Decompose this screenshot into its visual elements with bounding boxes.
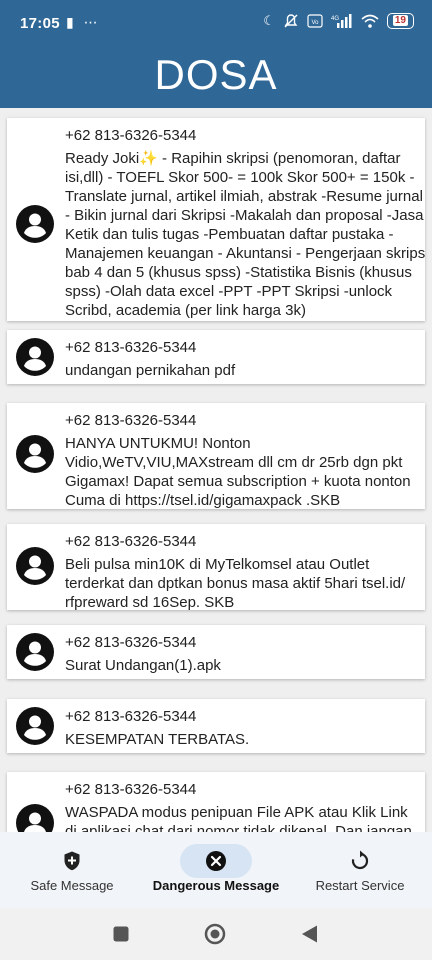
battery-indicator: 19 (386, 13, 414, 29)
nav-label: Safe Message (30, 878, 114, 893)
shield-plus-icon (64, 851, 80, 871)
message-sender: +62 813-6326-5344 (65, 634, 197, 651)
message-sender: +62 813-6326-5344 (65, 412, 197, 429)
message-sender: +62 813-6326-5344 (65, 339, 197, 356)
message-body-line: di aplikasi chat dari nomor tidak dikena… (65, 823, 412, 832)
message-body-line: Surat Undangan(1).apk (65, 657, 221, 674)
message-card[interactable]: +62 813-6326-5344 KESEMPATAN TERBATAS. (7, 699, 425, 753)
message-body-line: Scribd, academia (per link harga 3k) (65, 302, 306, 319)
avatar-icon (16, 435, 54, 473)
avatar-icon (16, 633, 54, 671)
cancel-circle-icon (206, 851, 226, 871)
nav-dangerous-message[interactable]: Dangerous Message (144, 832, 288, 908)
message-body-line: rfpreward sd 16Sep. SKB (65, 594, 235, 610)
nav-label: Dangerous Message (152, 878, 280, 893)
svg-text:4G: 4G (331, 16, 339, 22)
app-bar: DOSA (0, 48, 432, 108)
notification-icon: ▮ (66, 14, 74, 30)
message-sender: +62 813-6326-5344 (65, 533, 197, 550)
status-time: 17:05 (20, 15, 60, 32)
avatar-icon (16, 205, 54, 243)
mute-icon (284, 14, 298, 28)
message-card[interactable]: +62 813-6326-5344 Surat Undangan(1).apk (7, 625, 425, 679)
message-body-line: isi,dll) - TOEFL Skor 500- = 100k Skor 5… (65, 169, 415, 186)
message-body-line: Beli pulsa min10K di MyTelkomsel atau Ou… (65, 556, 370, 573)
message-body-line: WASPADA modus penipuan File APK atau Kli… (65, 804, 408, 821)
avatar-icon (16, 804, 54, 832)
message-card[interactable]: +62 813-6326-5344 HANYA UNTUKMU! Nonton … (7, 403, 425, 509)
avatar-icon (16, 547, 54, 585)
app-title: DOSA (154, 51, 278, 98)
message-body-line: Gigamax! Dapat semua subscription + kuot… (65, 473, 411, 490)
message-sender: +62 813-6326-5344 (65, 781, 197, 798)
moon-icon: ☾ (263, 13, 275, 28)
message-sender: +62 813-6326-5344 (65, 127, 197, 144)
message-body-line: bab 4 dan 5 (khusus spss) -Statistika Bi… (65, 264, 412, 281)
svg-text:Vo: Vo (311, 20, 319, 26)
battery-level: 19 (392, 15, 408, 26)
status-bar: 17:05 ▮ ⋯ ☾ Vo 4G 19 (0, 0, 432, 48)
message-body-line: Cuma di https://tsel.id/gigamaxpack .SKB (65, 492, 341, 509)
message-sender: +62 813-6326-5344 (65, 708, 197, 725)
status-right-icons: ☾ Vo 4G 19 (263, 13, 414, 29)
message-body-line: KESEMPATAN TERBATAS. (65, 731, 250, 748)
message-body-line: spss) -Olah data excel -PPT -PPT Skripsi… (65, 283, 393, 300)
message-body-line: Ready Joki✨ - Rapihin skripsi (penomoran… (65, 150, 401, 167)
message-list[interactable]: +62 813-6326-5344 Ready Joki✨ - Rapihin … (0, 108, 432, 832)
message-body-line: undangan pernikahan pdf (65, 362, 236, 379)
message-body-line: HANYA UNTUKMU! Nonton (65, 435, 251, 452)
message-body-line: - Bikin jurnal dari Skripsi -Makalah dan… (65, 207, 424, 224)
message-body-line: Manajemen keuangan - Akuntansi - Pengerj… (65, 245, 425, 262)
recents-icon[interactable] (113, 926, 129, 942)
bottom-navigation: Safe Message Dangerous Message Restart S… (0, 832, 432, 908)
message-card[interactable]: +62 813-6326-5344 Beli pulsa min10K di M… (7, 524, 425, 610)
nav-restart-service[interactable]: Restart Service (288, 832, 432, 908)
system-navigation-bar (0, 908, 432, 960)
message-card[interactable]: +62 813-6326-5344 WASPADA modus penipuan… (7, 772, 425, 832)
signal-4g-icon: 4G (331, 14, 352, 28)
nav-safe-message[interactable]: Safe Message (0, 832, 144, 908)
home-icon[interactable] (204, 923, 226, 945)
message-body-line: Vidio,WeTV,VIU,MAXstream dll cm dr 25rb … (65, 454, 403, 471)
wifi-icon (361, 14, 379, 28)
status-left-icons: ▮ ⋯ (66, 14, 98, 31)
nav-label: Restart Service (315, 878, 405, 893)
avatar-icon (16, 338, 54, 376)
message-body-line: terderkat dan dptkan bonus masa aktif 5h… (65, 575, 406, 592)
message-body-line: Ketik dan tulis tugas -Pembuatan daftar … (65, 226, 394, 243)
back-icon[interactable] (300, 924, 318, 944)
restart-icon (351, 850, 369, 870)
volte-icon: Vo (307, 14, 323, 28)
message-body-line: Translate jurnal, artikel ilmiah, abstra… (65, 188, 423, 205)
message-card[interactable]: +62 813-6326-5344 undangan pernikahan pd… (7, 330, 425, 384)
avatar-icon (16, 707, 54, 745)
more-notifications-icon: ⋯ (83, 14, 98, 30)
message-card[interactable]: +62 813-6326-5344 Ready Joki✨ - Rapihin … (7, 118, 425, 321)
